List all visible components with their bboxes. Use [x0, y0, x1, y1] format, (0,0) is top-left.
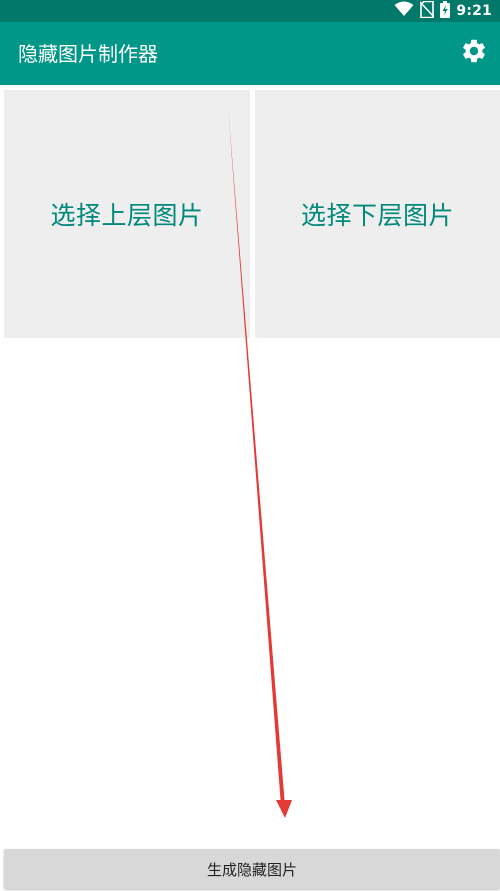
app-title: 隐藏图片制作器	[18, 42, 158, 66]
select-bottom-layer-image[interactable]: 选择下层图片	[255, 90, 500, 338]
generate-hidden-image-button[interactable]: 生成隐藏图片	[4, 849, 500, 889]
battery-charging-icon	[440, 0, 451, 22]
no-sim-icon	[419, 0, 435, 22]
select-top-layer-image[interactable]: 选择上层图片	[4, 90, 250, 338]
gear-icon	[460, 37, 488, 69]
status-icons: 9:21	[394, 0, 492, 22]
select-bottom-layer-label: 选择下层图片	[300, 201, 454, 230]
select-top-layer-label: 选择上层图片	[50, 201, 204, 230]
screen: 9:21 隐藏图片制作器 选择上层图片 选择下层图片 生成隐藏图片	[0, 0, 500, 891]
app-bar: 隐藏图片制作器	[0, 22, 500, 85]
status-bar: 9:21	[0, 0, 500, 22]
wifi-icon	[394, 1, 414, 21]
generate-hidden-image-label: 生成隐藏图片	[206, 860, 297, 879]
status-time: 9:21	[456, 3, 492, 19]
settings-button[interactable]	[460, 39, 488, 67]
